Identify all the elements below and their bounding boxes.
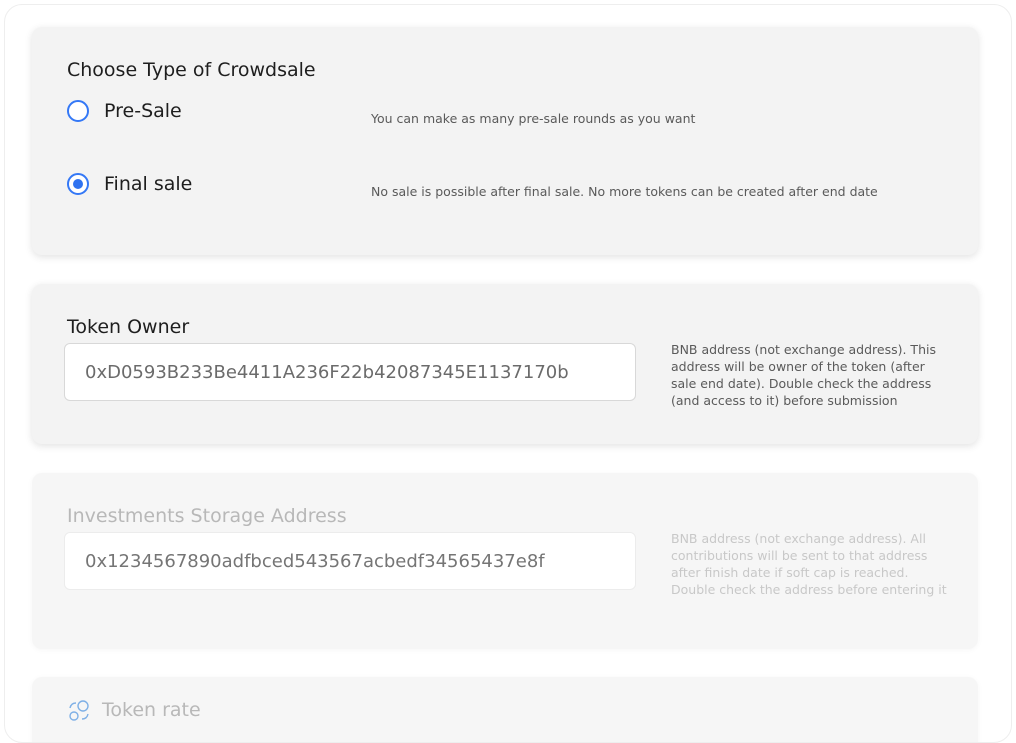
token-owner-hint: BNB address (not exchange address). This… (671, 342, 936, 408)
final-sale-label: Final sale (104, 173, 193, 195)
token-rate-title: Token rate (102, 699, 201, 721)
pre-sale-radio[interactable] (67, 100, 89, 122)
token-rate-card: Token rate (32, 677, 978, 742)
pre-sale-label: Pre-Sale (104, 100, 182, 122)
token-owner-title: Token Owner (67, 316, 190, 338)
investments-storage-hint: BNB address (not exchange address). All … (671, 531, 947, 597)
token-owner-input[interactable] (64, 343, 636, 401)
radio-option-pre-sale[interactable]: Pre-Sale (67, 100, 182, 122)
radio-option-final-sale[interactable]: Final sale (67, 173, 192, 195)
investments-storage-title: Investments Storage Address (67, 505, 347, 527)
form-container: Choose Type of Crowdsale Pre-Sale You ca… (4, 4, 1012, 743)
token-rate-icon (69, 700, 89, 721)
final-sale-hint: No sale is possible after final sale. No… (371, 184, 878, 199)
final-sale-radio[interactable] (67, 173, 89, 195)
crowdsale-type-card: Choose Type of Crowdsale Pre-Sale You ca… (32, 27, 978, 255)
token-owner-card: Token Owner BNB address (not exchange ad… (32, 284, 978, 444)
pre-sale-hint: You can make as many pre-sale rounds as … (371, 111, 696, 126)
investments-storage-card: Investments Storage Address BNB address … (32, 473, 978, 649)
crowdsale-type-title: Choose Type of Crowdsale (67, 59, 316, 81)
investments-storage-input[interactable] (64, 532, 636, 590)
